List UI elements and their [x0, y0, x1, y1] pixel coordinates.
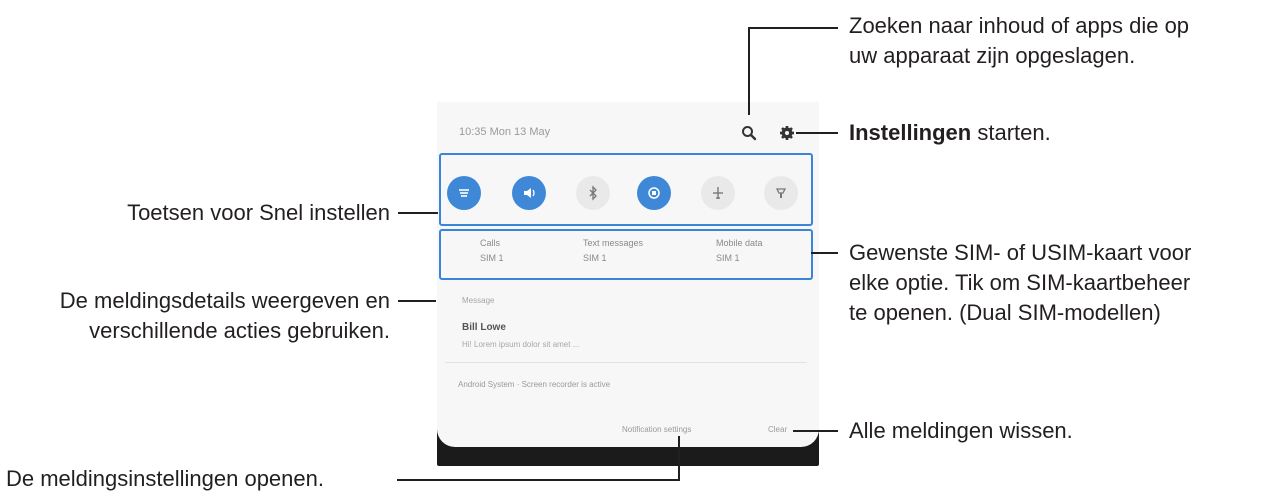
callout-line: te openen. (Dual SIM-modellen) [849, 300, 1161, 325]
clear-button[interactable]: Clear [768, 425, 787, 434]
callout-line: verschillende acties gebruiken. [89, 318, 390, 343]
callout-settings-bold: Instellingen [849, 120, 972, 145]
status-bar-time: 10:35 Mon 13 May [459, 126, 551, 138]
sound-icon [524, 188, 535, 198]
sim-option-label: Text messages [583, 238, 644, 248]
rotate-button[interactable] [637, 176, 671, 210]
sim-option-calls[interactable]: Calls SIM 1 [480, 238, 504, 263]
leader-line-quick-settings [398, 212, 438, 214]
sim-option-mobile-data[interactable]: Mobile data SIM 1 [716, 238, 763, 263]
notification-settings-button[interactable]: Notification settings [622, 425, 691, 434]
leader-line-search [748, 27, 838, 29]
rotate-icon [648, 187, 660, 199]
callout-line: De meldingsdetails weergeven en [59, 288, 390, 313]
leader-line-clear [793, 430, 838, 432]
notification-app-name: Message [462, 296, 495, 305]
leader-line-notification-settings [678, 436, 680, 481]
leader-line-search [748, 27, 750, 115]
sim-option-label: Mobile data [716, 238, 763, 248]
sim-option-value: SIM 1 [716, 253, 740, 263]
callout-line: Toetsen voor Snel instellen [127, 200, 390, 225]
callout-line: Gewenste SIM- of USIM-kaart voor [849, 240, 1192, 265]
leader-line-details [398, 300, 436, 302]
bluetooth-button[interactable] [576, 176, 610, 210]
callout-line: uw apparaat zijn opgeslagen. [849, 43, 1136, 68]
sim-option-text-messages[interactable]: Text messages SIM 1 [583, 238, 643, 263]
callout-sim: Gewenste SIM- of USIM-kaart voor elke op… [849, 238, 1191, 328]
notification-secondary[interactable]: Android System · Screen recorder is acti… [458, 380, 610, 389]
sim-option-value: SIM 1 [480, 253, 504, 263]
wifi-button[interactable] [447, 176, 481, 210]
callout-details: De meldingsdetails weergeven en verschil… [60, 286, 390, 346]
callout-settings-rest: starten. [971, 120, 1051, 145]
flashlight-button[interactable] [764, 176, 798, 210]
sim-option-value: SIM 1 [583, 253, 607, 263]
bluetooth-icon [589, 185, 597, 201]
airplane-mode-icon [713, 187, 723, 199]
wifi-icon [459, 189, 469, 197]
callout-notification-settings: De meldingsinstellingen openen. [6, 464, 324, 494]
quick-settings-panel [439, 153, 813, 226]
callout-search: Zoeken naar inhoud of apps die op uw app… [849, 11, 1189, 71]
flashlight-icon [775, 188, 787, 198]
callout-line: Zoeken naar inhoud of apps die op [849, 13, 1190, 38]
search-icon[interactable] [741, 125, 757, 141]
notification-title: Bill Lowe [462, 322, 506, 333]
callout-line: elke optie. Tik om SIM-kaartbeheer [849, 270, 1191, 295]
callout-line: Alle meldingen wissen. [849, 418, 1073, 443]
sound-button[interactable] [512, 176, 546, 210]
callout-line: De meldingsinstellingen openen. [6, 466, 324, 491]
leader-line-settings [796, 132, 838, 134]
sim-option-label: Calls [480, 238, 501, 248]
leader-line-notification-settings [397, 479, 680, 481]
airplane-mode-button[interactable] [701, 176, 735, 210]
callout-quick-settings: Toetsen voor Snel instellen [127, 198, 390, 228]
gear-icon[interactable] [779, 125, 795, 141]
leader-line-sim [811, 252, 838, 254]
notification-body: Hi! Lorem ipsum dolor sit amet ... [462, 340, 580, 349]
callout-settings: Instellingen starten. [849, 118, 1051, 148]
callout-clear: Alle meldingen wissen. [849, 416, 1073, 446]
